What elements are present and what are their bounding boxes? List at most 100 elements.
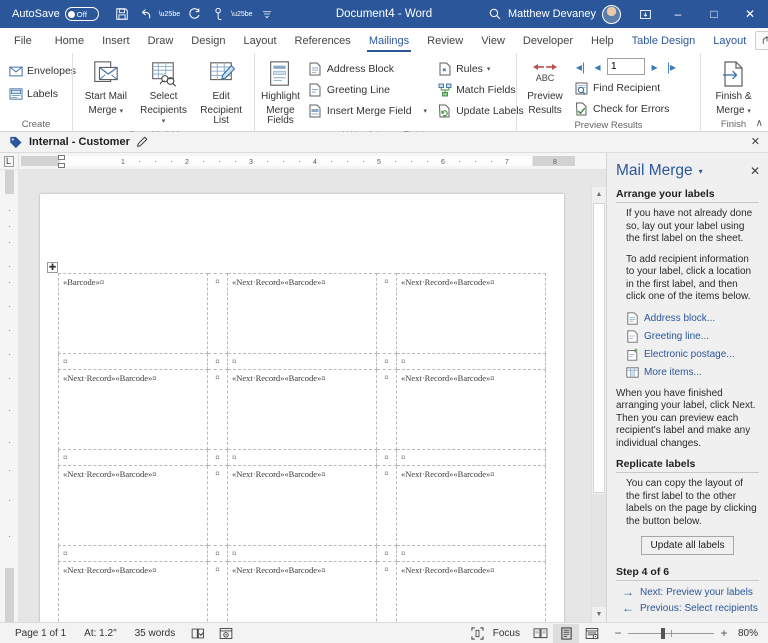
maximize-button[interactable]: □ — [696, 0, 732, 28]
spacer-cell[interactable]: ¤ — [227, 353, 377, 370]
tab-review[interactable]: Review — [418, 28, 472, 53]
tab-file[interactable]: File — [0, 28, 46, 53]
record-number-input[interactable] — [607, 58, 645, 75]
horizontal-ruler[interactable]: L 1 2 3 4 5 6 7 8 — [0, 152, 606, 170]
chevron-down-icon[interactable]: ▾ — [699, 167, 703, 176]
word-count[interactable]: 35 words — [126, 628, 185, 639]
previous-step-row[interactable]: ← Previous: Select recipients — [622, 602, 759, 614]
save-icon[interactable] — [111, 3, 133, 25]
check-for-errors-button[interactable]: Check for Errors — [571, 99, 681, 119]
tab-table-layout[interactable]: Layout — [704, 28, 755, 53]
more-items-link-row[interactable]: More items... — [626, 366, 759, 379]
label-cell-1-1[interactable]: «Barcode»¤ — [58, 273, 208, 354]
zoom-in-button[interactable]: + — [719, 626, 729, 640]
position-indicator[interactable]: At: 1.2" — [75, 628, 125, 639]
tab-layout[interactable]: Layout — [235, 28, 286, 53]
spacer-cell[interactable]: ¤ — [227, 545, 377, 562]
gutter-cell[interactable]: ¤ — [376, 273, 397, 354]
label-cell-4-2[interactable]: «Next·Record»«Barcode»¤ — [227, 561, 377, 622]
redo-icon[interactable] — [183, 3, 205, 25]
spacer-cell[interactable]: ¤ — [58, 353, 208, 370]
select-recipients-button[interactable]: Select Recipients ▾ — [137, 57, 189, 129]
gutter-cell[interactable]: ¤ — [376, 561, 397, 622]
vertical-ruler[interactable] — [0, 170, 19, 622]
zoom-control[interactable]: − + 80% — [605, 626, 762, 640]
label-cell-4-3[interactable]: «Next·Record»«Barcode»¤ — [396, 561, 546, 622]
close-button[interactable]: ✕ — [732, 0, 768, 28]
tab-design[interactable]: Design — [182, 28, 234, 53]
autosave-switch[interactable]: Off — [64, 7, 99, 21]
autosave-toggle[interactable]: AutoSave Off — [12, 7, 99, 21]
chevron-down-icon[interactable]: ▾ — [424, 108, 428, 115]
address-block-link-row[interactable]: Address block... — [626, 311, 759, 325]
finish-and-merge-button[interactable]: Finish & Merge ▾ — [708, 57, 760, 118]
zoom-slider-thumb[interactable] — [660, 627, 665, 639]
scroll-up-icon[interactable]: ▲ — [592, 187, 606, 202]
spacer-cell[interactable]: ¤ — [396, 545, 546, 562]
gutter-cell[interactable]: ¤ — [376, 369, 397, 450]
last-record-icon[interactable]: |▸ — [664, 60, 679, 74]
collapse-ribbon-button[interactable]: ∧ — [756, 118, 763, 129]
zoom-out-button[interactable]: − — [613, 626, 623, 640]
spacer-cell[interactable]: ¤ — [396, 353, 546, 370]
rules-button[interactable]: Rules ▾ — [434, 59, 527, 79]
tab-draw[interactable]: Draw — [139, 28, 183, 53]
spacer-cell[interactable]: ¤ — [58, 449, 208, 466]
electronic-postage-link[interactable]: Electronic postage... — [644, 349, 735, 360]
spacer-cell[interactable]: ¤ — [227, 449, 377, 466]
gutter-cell[interactable]: ¤ — [207, 561, 228, 622]
chevron-down-icon[interactable]: ▾ — [487, 66, 491, 73]
zoom-slider-track[interactable] — [628, 627, 714, 639]
gutter-cell[interactable]: ¤ — [207, 449, 228, 466]
gutter-cell[interactable]: ¤ — [207, 369, 228, 450]
scroll-down-icon[interactable]: ▼ — [592, 607, 606, 622]
accessibility-checker-icon[interactable] — [212, 627, 240, 640]
undo-dropdown-icon[interactable]: \u25be — [159, 11, 180, 18]
address-block-link[interactable]: Address block... — [644, 313, 715, 324]
proofing-errors-icon[interactable] — [184, 627, 212, 640]
share-icon[interactable] — [755, 31, 768, 50]
next-record-icon[interactable]: ▸ — [647, 60, 662, 74]
gutter-cell[interactable]: ¤ — [376, 353, 397, 370]
labels-button[interactable]: Labels — [5, 84, 61, 104]
greeting-line-link-row[interactable]: Greeting line... — [626, 329, 759, 343]
pencil-icon[interactable] — [136, 136, 148, 148]
more-items-link[interactable]: More items... — [644, 367, 702, 378]
label-cell-2-3[interactable]: «Next·Record»«Barcode»¤ — [396, 369, 546, 450]
label-cell-1-2[interactable]: «Next·Record»«Barcode»¤ — [227, 273, 377, 354]
tab-insert[interactable]: Insert — [93, 28, 139, 53]
tab-stop-selector[interactable]: L — [0, 152, 19, 170]
labels-table[interactable]: «Barcode»¤ ¤ «Next·Record»«Barcode»¤ ¤ «… — [58, 273, 546, 622]
label-cell-3-3[interactable]: «Next·Record»«Barcode»¤ — [396, 465, 546, 546]
table-move-handle[interactable]: ✚ — [47, 262, 58, 273]
indent-marker-left[interactable] — [58, 155, 65, 160]
search-icon[interactable] — [482, 7, 508, 21]
indent-marker-hanging[interactable] — [58, 163, 65, 168]
label-cell-3-2[interactable]: «Next·Record»«Barcode»¤ — [227, 465, 377, 546]
previous-step-link[interactable]: Previous: Select recipients — [640, 603, 758, 614]
gutter-cell[interactable]: ¤ — [207, 465, 228, 546]
ruler-track[interactable]: 1 2 3 4 5 6 7 8 — [21, 155, 606, 168]
next-step-link[interactable]: Next: Preview your labels — [640, 587, 753, 598]
electronic-postage-link-row[interactable]: Electronic postage... — [626, 348, 759, 361]
page-indicator[interactable]: Page 1 of 1 — [6, 628, 75, 639]
update-all-labels-button[interactable]: Update all labels — [640, 536, 735, 555]
web-layout-view-button[interactable] — [579, 624, 605, 643]
next-step-row[interactable]: → Next: Preview your labels — [622, 586, 759, 598]
label-cell-3-1[interactable]: «Next·Record»«Barcode»¤ — [58, 465, 208, 546]
vertical-scrollbar[interactable]: ▲ ▼ — [591, 187, 606, 622]
gutter-cell[interactable]: ¤ — [207, 353, 228, 370]
gutter-cell[interactable]: ¤ — [207, 273, 228, 354]
first-record-icon[interactable]: ◂| — [573, 60, 588, 74]
gutter-cell[interactable]: ¤ — [376, 449, 397, 466]
update-labels-button[interactable]: Update Labels — [434, 101, 527, 121]
address-block-button[interactable]: Address Block — [305, 59, 430, 79]
insert-merge-field-button[interactable]: Insert Merge Field ▾ — [305, 101, 430, 121]
find-recipient-button[interactable]: Find Recipient — [571, 78, 681, 98]
document-page[interactable]: ✚ «Barcode»¤ ¤ «Next·Record»«Barcode»¤ ¤… — [40, 194, 564, 622]
tab-references[interactable]: References — [286, 28, 360, 53]
touch-mode-dropdown-icon[interactable]: \u25be — [231, 11, 252, 18]
preview-results-button[interactable]: ABC Preview Results — [522, 57, 568, 118]
tab-home[interactable]: Home — [46, 28, 93, 53]
spacer-cell[interactable]: ¤ — [396, 449, 546, 466]
